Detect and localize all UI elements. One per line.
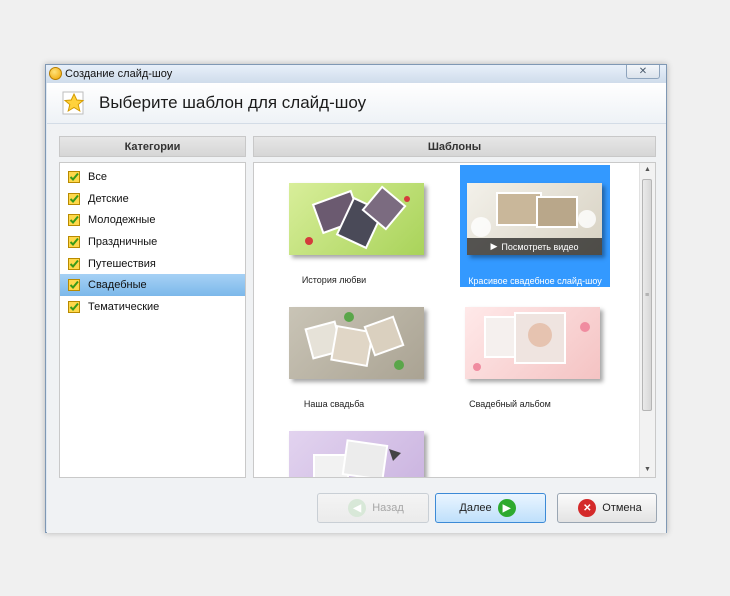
category-item-all[interactable]: Все bbox=[60, 166, 245, 188]
next-arrow-icon: ▶ bbox=[497, 499, 516, 517]
category-item-kids[interactable]: Детские bbox=[60, 188, 245, 210]
category-list: Все Детские Молодежные Праздничные Путеш… bbox=[59, 162, 246, 478]
template-item-love-story[interactable]: История любви bbox=[259, 167, 424, 287]
category-item-youth[interactable]: Молодежные bbox=[60, 209, 245, 231]
back-button[interactable]: ◀ Назад bbox=[317, 493, 429, 523]
back-arrow-icon: ◀ bbox=[348, 499, 367, 517]
star-document-icon bbox=[62, 91, 85, 115]
checkmark-icon bbox=[68, 257, 80, 270]
template-grid: История любви ▶ Посмотреть видео Красиво… bbox=[253, 162, 656, 478]
template-thumbnail: ▶ Посмотреть видео bbox=[467, 183, 602, 255]
dialog-body: Категории Шаблоны Все Детские Молодежные… bbox=[47, 124, 666, 533]
thumbnail-art bbox=[304, 312, 405, 370]
play-icon: ▶ bbox=[490, 241, 498, 251]
categories-header: Категории bbox=[59, 136, 246, 157]
template-item-beautiful-wedding[interactable]: ▶ Посмотреть видео Красивое свадебное сл… bbox=[460, 165, 610, 287]
thumbnail-art bbox=[313, 439, 401, 477]
template-item-wedding-album[interactable]: Свадебный альбом bbox=[435, 291, 600, 411]
checkmark-icon bbox=[68, 192, 80, 205]
next-label: Далее bbox=[459, 502, 492, 514]
template-scrollbar[interactable]: ▲ ≡ ▼ bbox=[639, 163, 655, 477]
template-label: История любви bbox=[301, 275, 367, 285]
dialog-header: Выберите шаблон для слайд-шоу bbox=[47, 83, 666, 124]
template-thumbnail bbox=[289, 431, 424, 477]
category-label: Путешествия bbox=[88, 257, 156, 270]
cancel-button[interactable]: ✕ Отмена bbox=[557, 493, 657, 523]
template-thumbnail bbox=[465, 307, 600, 379]
back-label: Назад bbox=[372, 502, 404, 514]
cancel-x-icon: ✕ bbox=[578, 499, 597, 517]
play-label: Посмотреть видео bbox=[501, 241, 579, 252]
template-label: Красивое свадебное слайд-шоу bbox=[468, 276, 602, 286]
window-title: Создание слайд-шоу bbox=[65, 68, 173, 80]
category-item-holiday[interactable]: Праздничные bbox=[60, 231, 245, 253]
category-label: Детские bbox=[88, 192, 129, 205]
category-label: Свадебные bbox=[88, 279, 147, 292]
templates-header: Шаблоны bbox=[253, 136, 656, 157]
checkmark-icon bbox=[68, 170, 80, 183]
scroll-down-arrow-icon[interactable]: ▼ bbox=[640, 463, 655, 477]
category-item-travel[interactable]: Путешествия bbox=[60, 253, 245, 275]
template-label: Наша свадьба bbox=[303, 399, 365, 409]
thumbnail-art bbox=[305, 185, 410, 250]
template-label: Свадебный альбом bbox=[469, 399, 551, 409]
category-label: Все bbox=[88, 170, 107, 183]
checkmark-icon bbox=[68, 300, 80, 313]
template-thumbnail bbox=[289, 307, 424, 379]
title-bar[interactable]: Создание слайд-шоу ✕ bbox=[46, 65, 666, 83]
slideshow-dialog: Создание слайд-шоу ✕ Выберите шаблон для… bbox=[45, 64, 667, 533]
play-preview-bar[interactable]: ▶ Посмотреть видео bbox=[467, 238, 602, 255]
checkmark-icon bbox=[68, 279, 80, 292]
scroll-up-arrow-icon[interactable]: ▲ bbox=[640, 163, 655, 177]
checkmark-icon bbox=[68, 235, 80, 248]
checkmark-icon bbox=[68, 214, 80, 227]
template-item-our-wedding[interactable]: Наша свадьба bbox=[259, 291, 424, 411]
category-item-wedding[interactable]: Свадебные bbox=[60, 274, 245, 297]
category-item-thematic[interactable]: Тематические bbox=[60, 296, 245, 318]
category-label: Молодежные bbox=[88, 214, 156, 227]
close-button[interactable]: ✕ bbox=[626, 65, 660, 79]
template-item-lilac[interactable] bbox=[259, 415, 424, 477]
scrollbar-thumb[interactable]: ≡ bbox=[642, 179, 652, 411]
thumbnail-art bbox=[473, 312, 590, 371]
category-label: Праздничные bbox=[88, 235, 158, 248]
header-title: Выберите шаблон для слайд-шоу bbox=[99, 93, 367, 112]
next-button[interactable]: Далее ▶ bbox=[435, 493, 546, 523]
category-label: Тематические bbox=[88, 300, 160, 313]
template-thumbnail bbox=[289, 183, 424, 255]
app-smiley-icon bbox=[49, 67, 62, 80]
cancel-label: Отмена bbox=[602, 502, 642, 514]
